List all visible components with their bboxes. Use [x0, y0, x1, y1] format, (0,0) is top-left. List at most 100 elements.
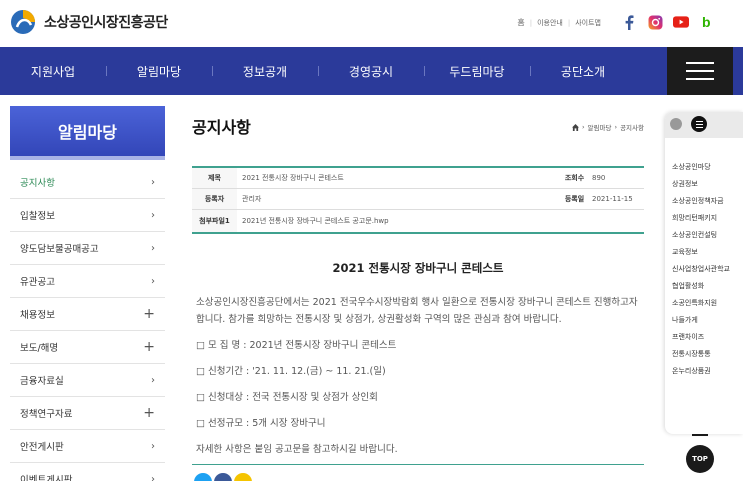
facebook-icon[interactable] [621, 14, 637, 30]
sidebar: 알림마당 공지사항 › 입찰정보 › 양도담보물공매공고 › 유관공고 › 채용… [10, 106, 165, 481]
sidebar-item-label: 유관공고 [20, 277, 55, 288]
info-row-writer: 등록자 관리자 등록일 2021-11-15 [192, 189, 644, 210]
sidebar-item-recruit[interactable]: 채용정보 + [10, 298, 165, 331]
info-row-file: 첨부파일1 2021년 전통시장 장바구니 콘테스트 공고문.hwp [192, 210, 644, 234]
quick-item[interactable]: 전통시장통통 [672, 350, 734, 359]
quick-menu-list: 소상공인마당 상권정보 소상공인정책자금 희망리턴패키지 소상공인컨설팅 교육정… [665, 138, 743, 376]
breadcrumb-separator: › [581, 123, 585, 131]
scroll-top-button[interactable]: TOP [686, 445, 714, 473]
quick-item[interactable]: 희망리턴패키지 [672, 214, 734, 223]
date-value: 2021-11-15 [592, 195, 633, 203]
post-info-table: 제목 2021 전통시장 장바구니 콘테스트 조회수 890 등록자 관리자 등… [192, 166, 644, 234]
info-row-title: 제목 2021 전통시장 장바구니 콘테스트 조회수 890 [192, 168, 644, 189]
body-paragraph: □ 모 집 명 : 2021년 전통시장 장바구니 콘테스트 [196, 340, 397, 351]
body-paragraph: □ 신청기간 : '21. 11. 12.(금) ~ 11. 21.(일) [196, 366, 386, 377]
main-nav: 지원사업 알림마당 정보공개 경영공시 두드림마당 공단소개 [0, 47, 743, 95]
nav-item-about[interactable]: 공단소개 [530, 63, 636, 80]
sitemap-link[interactable]: 사이트맵 [575, 18, 601, 28]
home-link[interactable]: 홈 [517, 17, 524, 28]
quick-item[interactable]: 소상공인마당 [672, 163, 734, 172]
logo-text: 소상공인시장진흥공단 [44, 15, 168, 31]
breadcrumb-current: 공지사항 [620, 124, 644, 132]
quick-menu-icon[interactable] [691, 116, 707, 132]
chevron-right-icon: › [151, 374, 155, 386]
attachment-link[interactable]: 2021년 전통시장 장바구니 콘테스트 공고문.hwp [237, 216, 389, 226]
breadcrumb-item[interactable]: 알림마당 [588, 122, 612, 132]
menu-icon-bar [686, 70, 714, 72]
share-buttons [194, 473, 252, 481]
blog-icon[interactable]: b [699, 14, 715, 30]
site-logo[interactable]: 소상공인시장진흥공단 [10, 9, 168, 35]
post-title: 2021 전통시장 장바구니 콘테스트 [332, 261, 504, 275]
views-label: 조회수 [564, 174, 585, 182]
body-paragraph: 소상공인시장진흥공단에서는 2021 전국우수시장박람회 행사 일환으로 전통시… [196, 297, 638, 325]
plus-icon: + [143, 339, 155, 355]
twitter-share-icon[interactable] [194, 473, 212, 481]
nav-item-notice[interactable]: 알림마당 [106, 63, 212, 80]
sidebar-item-label: 안전게시판 [20, 442, 64, 453]
quick-item[interactable]: 소상공인컨설팅 [672, 231, 734, 240]
menu-icon-bar [686, 62, 714, 64]
nav-item-management[interactable]: 경영공시 [318, 63, 424, 80]
chevron-right-icon: › [151, 275, 155, 287]
sidebar-item-label: 공지사항 [20, 178, 55, 189]
views-value: 890 [592, 174, 606, 182]
sidebar-item-safety[interactable]: 안전게시판 › [10, 430, 165, 463]
utility-links: 홈 | 이용안내 | 사이트맵 [517, 17, 601, 28]
svg-text:b: b [702, 15, 711, 29]
quick-menu: 소상공인마당 상권정보 소상공인정책자금 희망리턴패키지 소상공인컨설팅 교육정… [665, 112, 743, 434]
separator: | [529, 18, 533, 27]
chevron-right-icon: › [151, 242, 155, 254]
sidebar-item-label: 채용정보 [20, 310, 55, 321]
writer-label: 등록자 [192, 189, 237, 209]
writer-value: 관리자 [242, 195, 262, 203]
chevron-right-icon: › [151, 209, 155, 221]
quick-item[interactable]: 소상공인정책자금 [672, 197, 734, 206]
sidebar-item-event[interactable]: 이벤트게시판 › [10, 463, 165, 481]
sidebar-item-finance[interactable]: 금융자료실 › [10, 364, 165, 397]
facebook-share-icon[interactable] [214, 473, 232, 481]
nav-item-dodream[interactable]: 두드림마당 [424, 63, 530, 80]
sidebar-item-label: 보도/해명 [20, 343, 59, 354]
plus-icon: + [143, 306, 155, 322]
sidebar-item-collateral[interactable]: 양도담보물공매공고 › [10, 232, 165, 265]
sidebar-item-label: 양도담보물공매공고 [20, 244, 99, 255]
quick-item[interactable]: 신사업창업사관학교 [672, 265, 734, 274]
nav-item-disclosure[interactable]: 정보공개 [212, 63, 318, 80]
kakao-share-icon[interactable] [234, 473, 252, 481]
quick-item[interactable]: 협업활성화 [672, 282, 734, 291]
guide-link[interactable]: 이용안내 [537, 18, 563, 28]
sidebar-item-research[interactable]: 정책연구자료 + [10, 397, 165, 430]
quick-item[interactable]: 프랜차이즈 [672, 333, 734, 342]
divider [192, 464, 644, 465]
file-label: 첨부파일1 [192, 210, 237, 232]
quick-item[interactable]: 나들가게 [672, 316, 734, 325]
quick-menu-header [665, 112, 743, 138]
sidebar-list: 공지사항 › 입찰정보 › 양도담보물공매공고 › 유관공고 › 채용정보 + … [10, 166, 165, 481]
main-content: 공지사항 › 알림마당 › 공지사항 제목 2021 전통시장 장바구니 콘테스… [192, 106, 644, 481]
social-links: b [621, 14, 715, 30]
quick-item[interactable]: 상권정보 [672, 180, 734, 189]
breadcrumb-separator: › [614, 123, 618, 131]
sidebar-title: 알림마당 [10, 106, 165, 160]
sidebar-item-press[interactable]: 보도/해명 + [10, 331, 165, 364]
instagram-icon[interactable] [647, 14, 663, 30]
top-caret-icon [692, 434, 708, 436]
nav-item-support[interactable]: 지원사업 [0, 63, 106, 80]
sidebar-item-notice[interactable]: 공지사항 › [10, 166, 165, 199]
quick-user-icon[interactable] [670, 118, 682, 130]
post-body: 소상공인시장진흥공단에서는 2021 전국우수시장박람회 행사 일환으로 전통시… [196, 294, 644, 467]
youtube-icon[interactable] [673, 14, 689, 30]
menu-icon-bar [686, 78, 714, 80]
quick-item[interactable]: 교육정보 [672, 248, 734, 257]
menu-button[interactable] [667, 47, 733, 95]
body-paragraph: □ 신청대상 : 전국 전통시장 및 상점가 상인회 [196, 392, 378, 403]
sidebar-item-bid[interactable]: 입찰정보 › [10, 199, 165, 232]
nav-items: 지원사업 알림마당 정보공개 경영공시 두드림마당 공단소개 [0, 47, 660, 95]
sidebar-item-related[interactable]: 유관공고 › [10, 265, 165, 298]
chevron-right-icon: › [151, 440, 155, 452]
body-paragraph: 자세한 사항은 붙임 공고문을 참고하시길 바랍니다. [196, 444, 398, 455]
home-icon[interactable] [571, 123, 579, 131]
quick-item[interactable]: 온누리상품권 [672, 367, 734, 376]
quick-item[interactable]: 소공인특화지원 [672, 299, 734, 308]
